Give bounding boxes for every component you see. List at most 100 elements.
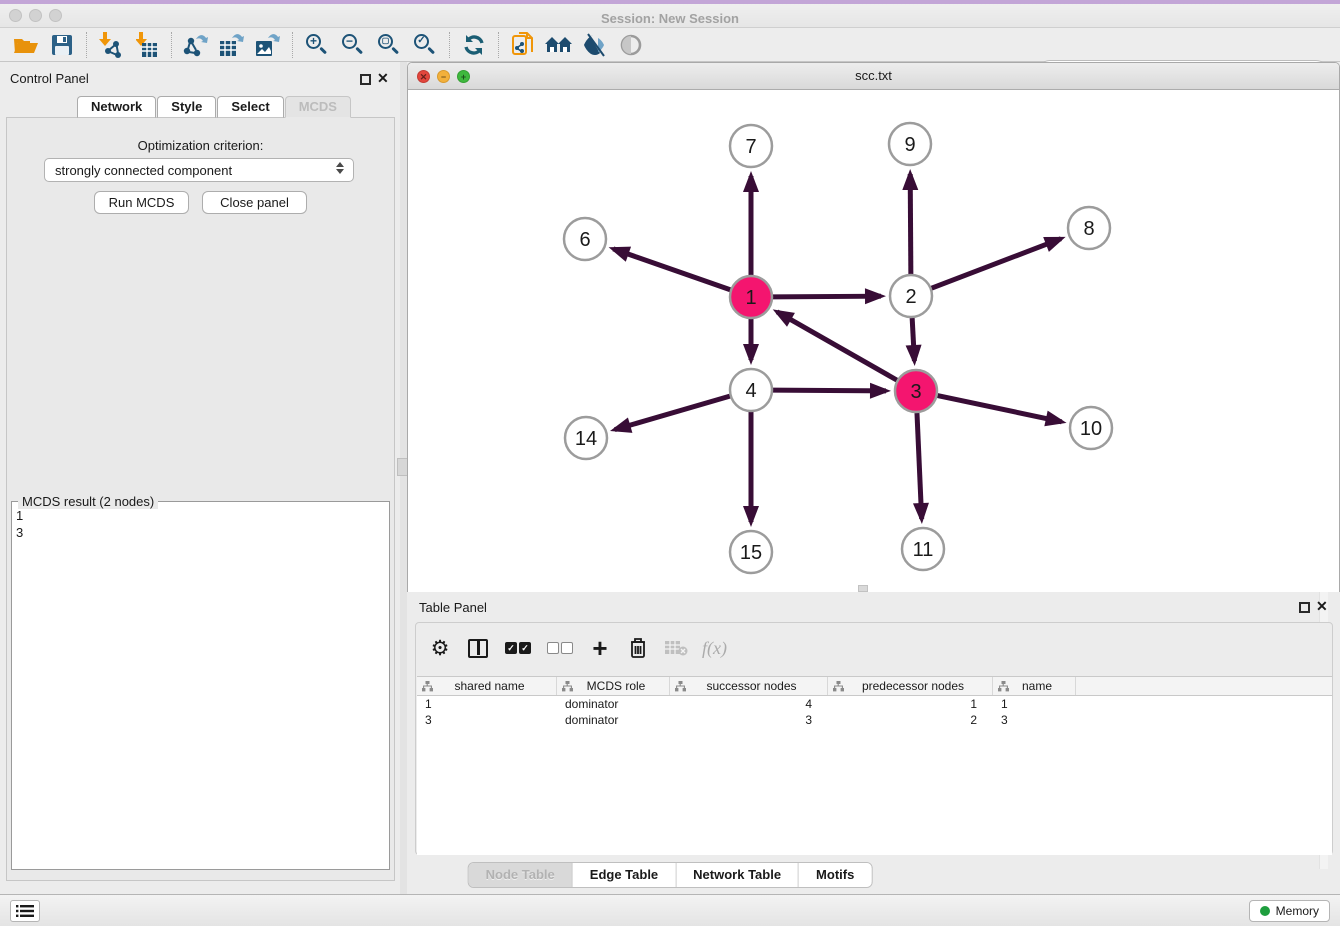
- import-network-icon[interactable]: [93, 30, 129, 60]
- table-cell[interactable]: 2: [828, 712, 993, 728]
- task-history-button[interactable]: [10, 900, 40, 922]
- edge-4-3[interactable]: [773, 390, 886, 391]
- vertical-splitter[interactable]: [400, 62, 407, 894]
- mcds-result-lines: 1 3: [16, 507, 23, 541]
- control-panel-tab-style[interactable]: Style: [157, 96, 216, 118]
- zoom-out-icon[interactable]: −: [335, 30, 371, 60]
- window-title: Session: New Session: [0, 8, 1340, 30]
- table-settings-gear-icon[interactable]: ⚙: [428, 635, 452, 661]
- edge-2-8[interactable]: [932, 239, 1061, 288]
- horizontal-splitter-grip[interactable]: [858, 585, 868, 592]
- table-cell[interactable]: 3: [417, 712, 557, 728]
- memory-button[interactable]: Memory: [1249, 900, 1330, 922]
- column-header-predecessor-nodes[interactable]: predecessor nodes: [828, 677, 993, 695]
- show-columns-icon[interactable]: [466, 635, 490, 661]
- node-table[interactable]: shared nameMCDS rolesuccessor nodesprede…: [417, 676, 1332, 855]
- column-header-successor-nodes[interactable]: successor nodes: [670, 677, 828, 695]
- toolbar-separator: [171, 32, 172, 58]
- column-header-MCDS-role[interactable]: MCDS role: [557, 677, 670, 695]
- tab-motifs[interactable]: Motifs: [799, 863, 871, 887]
- table-panel-title: Table Panel: [419, 600, 487, 615]
- network-window-titlebar[interactable]: scc.txt: [408, 63, 1339, 90]
- table-cell[interactable]: 1: [828, 696, 993, 712]
- save-session-icon[interactable]: [44, 30, 80, 60]
- node-label-1: 1: [745, 287, 756, 309]
- node-label-9: 9: [904, 134, 915, 156]
- table-cell[interactable]: 1: [417, 696, 557, 712]
- control-panel-tab-network[interactable]: Network: [77, 96, 156, 118]
- edge-3-10[interactable]: [938, 396, 1062, 422]
- eye-icon[interactable]: [613, 30, 649, 60]
- control-panel-tab-select[interactable]: Select: [217, 96, 283, 118]
- control-panel-close-icon[interactable]: ✕: [377, 70, 389, 87]
- node-label-4: 4: [745, 380, 756, 402]
- toolbar-separator: [292, 32, 293, 58]
- network-window-title: scc.txt: [408, 63, 1339, 90]
- table-row[interactable]: 3dominator323: [417, 712, 1332, 728]
- table-panel-float-icon[interactable]: [1299, 602, 1310, 613]
- close-panel-button[interactable]: Close panel: [202, 191, 307, 214]
- node-label-7: 7: [745, 136, 756, 158]
- edge-2-9[interactable]: [910, 174, 911, 274]
- run-mcds-button[interactable]: Run MCDS: [94, 191, 189, 214]
- optimization-criterion-label: Optimization criterion:: [7, 138, 394, 153]
- edge-3-11[interactable]: [917, 413, 922, 519]
- network-canvas[interactable]: 7968124314101511: [408, 90, 1339, 592]
- memory-label: Memory: [1276, 904, 1319, 918]
- column-header-name[interactable]: name: [993, 677, 1076, 695]
- node-label-3: 3: [910, 381, 921, 403]
- network-graph[interactable]: 7968124314101511: [408, 90, 1339, 592]
- edge-2-3[interactable]: [912, 318, 914, 361]
- column-header-shared-name[interactable]: shared name: [417, 677, 557, 695]
- node-label-6: 6: [579, 229, 590, 251]
- refresh-layout-icon[interactable]: [456, 30, 492, 60]
- delete-column-trash-icon[interactable]: [626, 635, 650, 661]
- add-column-icon[interactable]: +: [588, 635, 612, 661]
- dropdown-stepper-icon: [334, 162, 346, 174]
- node-label-10: 10: [1080, 418, 1102, 440]
- network-view-window: scc.txt 7968124314101511: [407, 62, 1340, 592]
- table-panel-tabs: Node TableEdge TableNetwork TableMotifs: [468, 862, 873, 888]
- main-toolbar: + − ▢ ✓: [0, 28, 1340, 62]
- titlebar[interactable]: Session: New Session: [0, 4, 1340, 28]
- export-table-icon[interactable]: [214, 30, 250, 60]
- control-panel-float-icon[interactable]: [360, 74, 371, 85]
- table-cell[interactable]: 4: [670, 696, 828, 712]
- export-network-icon[interactable]: [178, 30, 214, 60]
- table-cell[interactable]: dominator: [557, 712, 670, 728]
- node-label-11: 11: [913, 539, 934, 561]
- edge-3-1[interactable]: [777, 312, 897, 380]
- open-session-icon[interactable]: [8, 30, 44, 60]
- delete-table-icon: [664, 635, 688, 661]
- node-label-8: 8: [1083, 218, 1094, 240]
- edge-4-14[interactable]: [615, 396, 730, 429]
- tab-edge-table[interactable]: Edge Table: [573, 863, 676, 887]
- table-cell[interactable]: 3: [993, 712, 1076, 728]
- toolbar-separator: [498, 32, 499, 58]
- deselect-all-columns-icon[interactable]: [546, 635, 574, 661]
- table-cell[interactable]: 3: [670, 712, 828, 728]
- table-cell[interactable]: 1: [993, 696, 1076, 712]
- criterion-dropdown[interactable]: strongly connected component: [44, 158, 354, 182]
- control-panel-tab-mcds[interactable]: MCDS: [285, 96, 351, 118]
- table-body: 1dominator4113dominator323: [417, 696, 1332, 728]
- import-table-icon[interactable]: [129, 30, 165, 60]
- zoom-selected-icon[interactable]: ✓: [407, 30, 443, 60]
- edge-1-6[interactable]: [613, 249, 730, 290]
- export-image-icon[interactable]: [250, 30, 286, 60]
- table-row[interactable]: 1dominator411: [417, 696, 1332, 712]
- mcds-result-title: MCDS result (2 nodes): [18, 494, 158, 509]
- copy-network-icon[interactable]: [505, 30, 541, 60]
- select-all-columns-icon[interactable]: [504, 635, 532, 661]
- table-panel-close-icon[interactable]: ✕: [1316, 598, 1328, 615]
- edge-1-2[interactable]: [773, 296, 881, 297]
- zoom-fit-icon[interactable]: ▢: [371, 30, 407, 60]
- zoom-in-icon[interactable]: +: [299, 30, 335, 60]
- memory-status-icon: [1260, 906, 1270, 916]
- home-layout-icon[interactable]: [541, 30, 577, 60]
- tab-network-table[interactable]: Network Table: [676, 863, 799, 887]
- tab-node-table[interactable]: Node Table: [469, 863, 573, 887]
- show-graphics-details-icon[interactable]: [577, 30, 613, 60]
- table-header-row: shared nameMCDS rolesuccessor nodesprede…: [417, 677, 1332, 696]
- table-cell[interactable]: dominator: [557, 696, 670, 712]
